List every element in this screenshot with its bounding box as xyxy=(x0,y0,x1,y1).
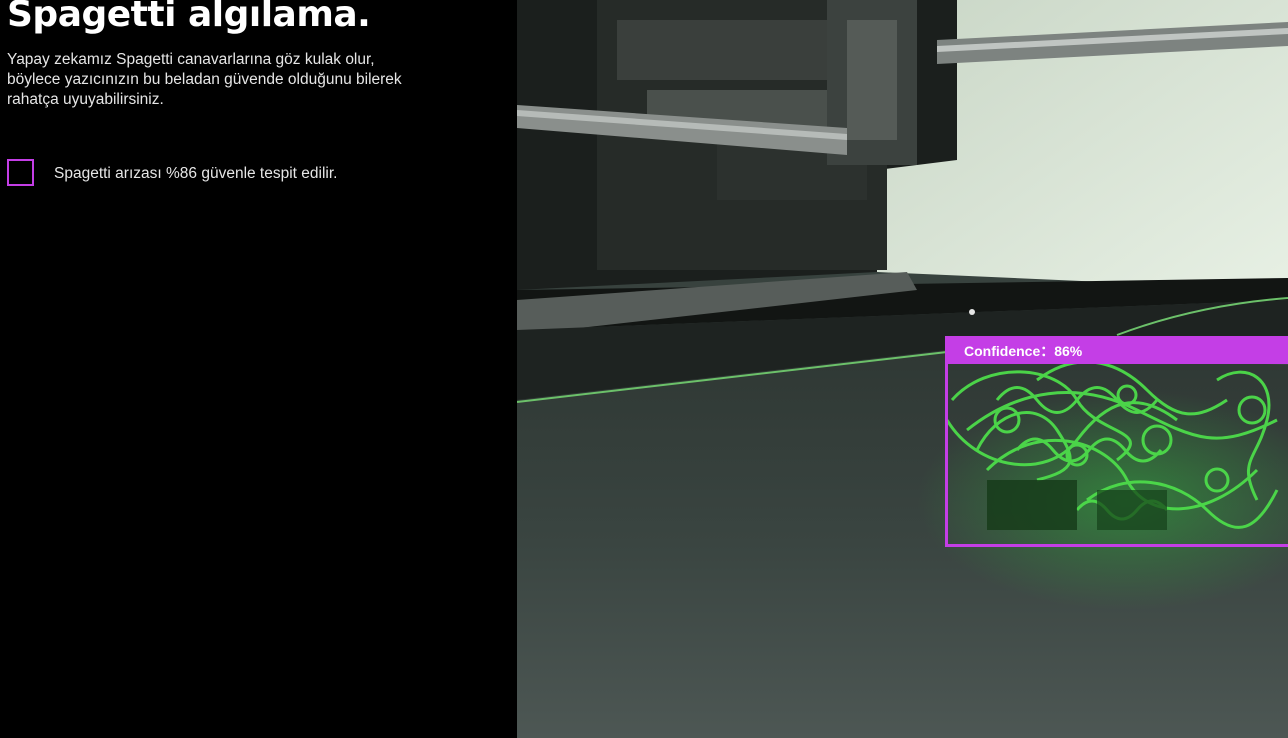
page: Spagetti algılama. Yapay zekamız Spagett… xyxy=(0,0,1288,738)
legend-text: Spagetti arızası %86 güvenle tespit edil… xyxy=(54,165,338,182)
detection-legend-swatch xyxy=(7,159,34,186)
feature-description: Yapay zekamız Spagetti canavarlarına göz… xyxy=(7,51,402,108)
detection-confidence-label: Confidence：86% xyxy=(948,339,1288,364)
info-panel: Spagetti algılama. Yapay zekamız Spagett… xyxy=(0,0,517,738)
detection-bounding-box: Confidence：86% xyxy=(945,336,1288,547)
page-title: Spagetti algılama. xyxy=(7,0,371,35)
